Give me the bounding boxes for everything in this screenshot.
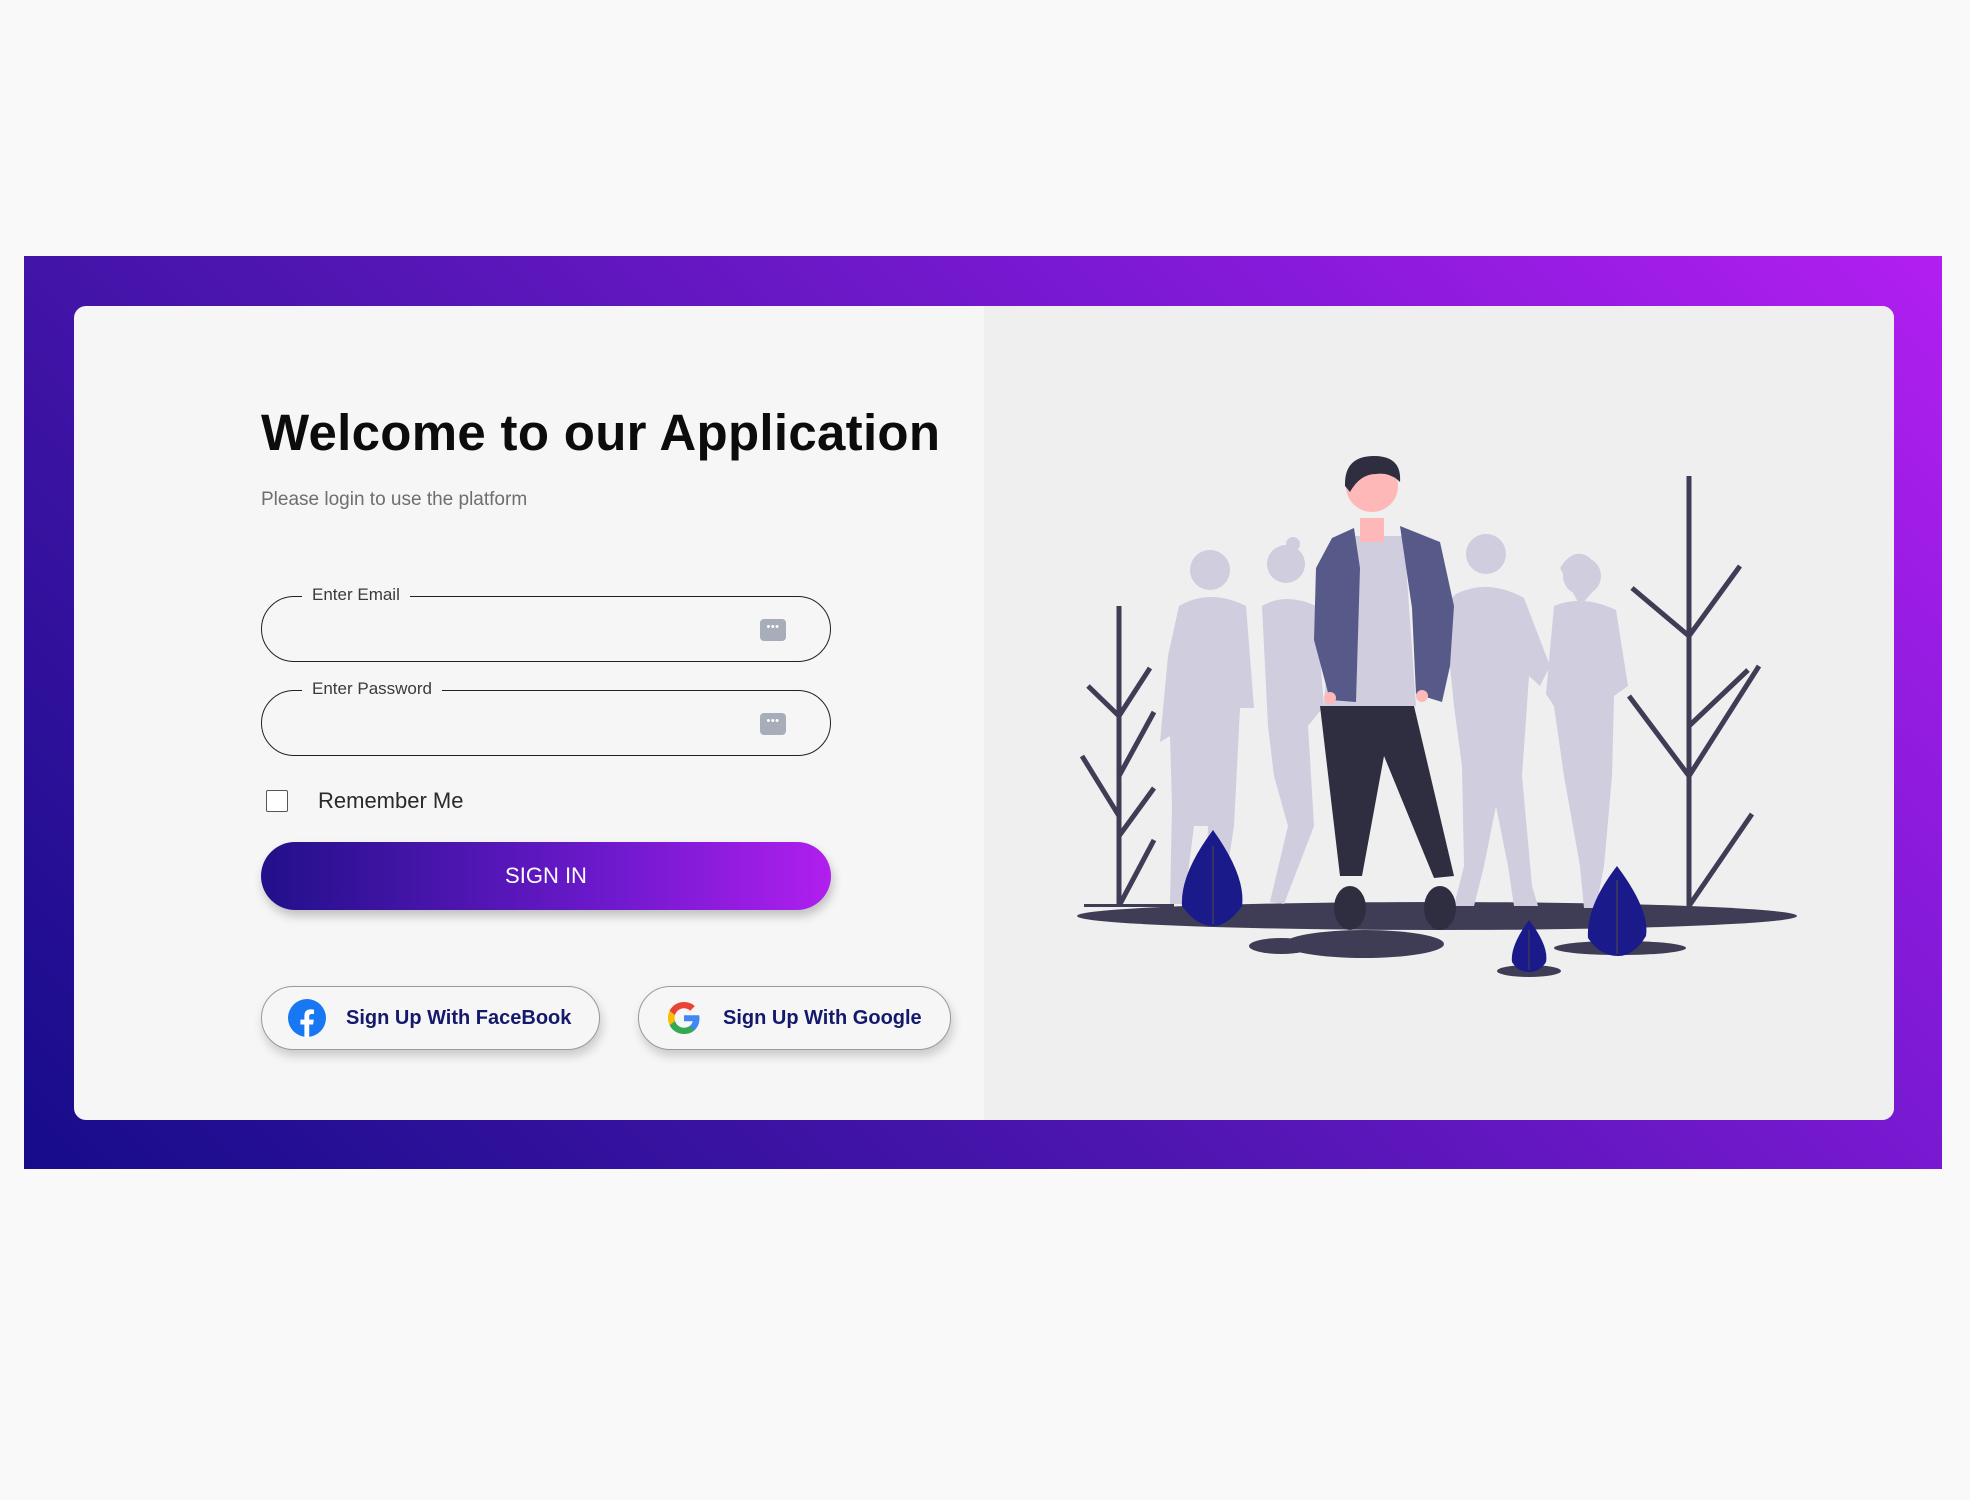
people-standing-illustration [1077, 456, 1797, 977]
facebook-signup-button[interactable]: Sign Up With FaceBook [261, 986, 600, 1050]
password-field[interactable]: Enter Password [261, 679, 831, 756]
illustration-panel [984, 306, 1894, 1120]
facebook-signup-label: Sign Up With FaceBook [346, 1006, 572, 1029]
ground-line [1084, 904, 1174, 907]
page-title: Welcome to our Application [261, 404, 941, 461]
google-icon [668, 1002, 700, 1034]
remember-me-label[interactable]: Remember Me [318, 788, 463, 814]
password-field-label: Enter Password [302, 679, 442, 699]
email-field[interactable]: Enter Email [261, 585, 831, 662]
facebook-icon [288, 999, 326, 1037]
password-input[interactable] [292, 701, 736, 747]
login-panel: Welcome to our Application Please login … [74, 306, 984, 1120]
remember-me-row[interactable]: Remember Me [266, 786, 463, 816]
page-subtitle: Please login to use the platform [261, 489, 528, 510]
password-manager-icon[interactable] [760, 713, 786, 735]
google-signup-label: Sign Up With Google [723, 1006, 922, 1029]
sign-in-button[interactable]: SIGN IN [261, 842, 831, 910]
google-signup-button[interactable]: Sign Up With Google [638, 986, 951, 1050]
ground-shadow [1249, 938, 1313, 954]
email-field-label: Enter Email [302, 585, 410, 605]
email-input[interactable] [292, 607, 736, 653]
right-tree [1627, 476, 1762, 918]
remember-me-checkbox[interactable] [266, 790, 288, 812]
password-manager-icon[interactable] [760, 619, 786, 641]
main-person [1314, 456, 1456, 930]
gradient-frame: Welcome to our Application Please login … [24, 256, 1942, 1169]
left-tree [1079, 606, 1157, 908]
login-card: Welcome to our Application Please login … [74, 306, 1894, 1120]
